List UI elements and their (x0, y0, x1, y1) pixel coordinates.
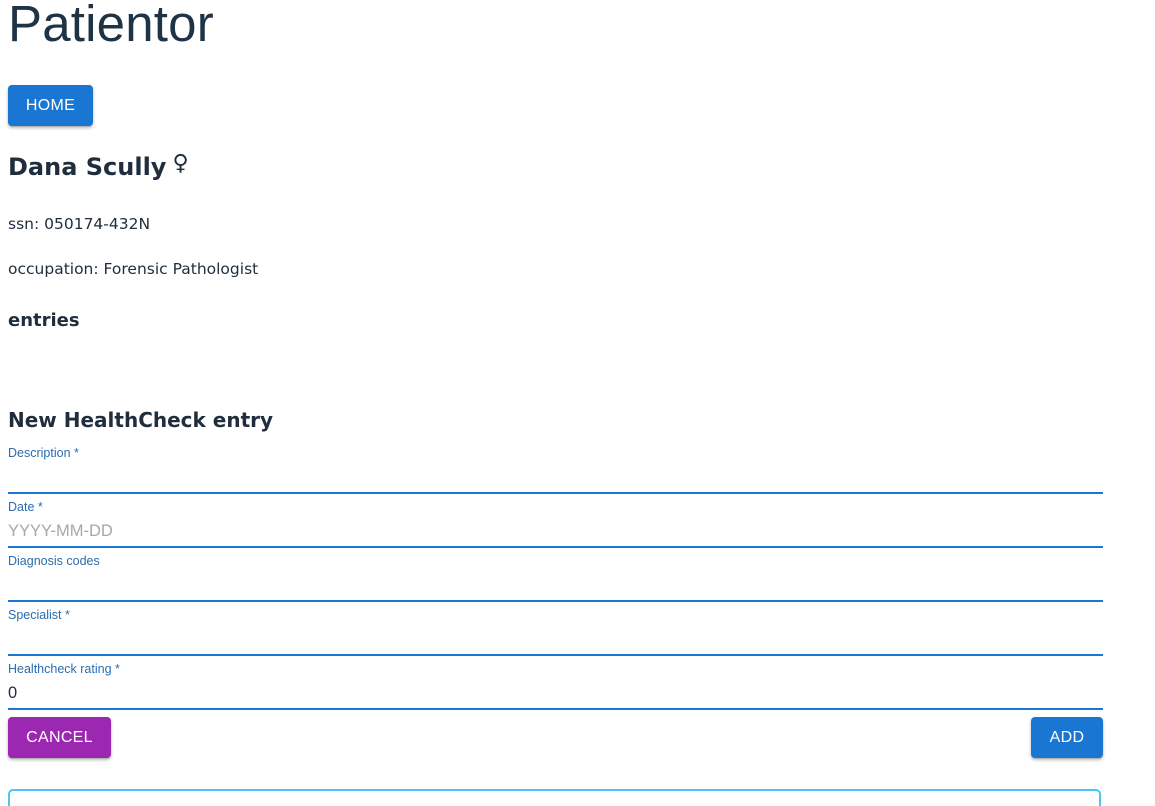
new-entry-heading: New HealthCheck entry (8, 408, 274, 432)
specialist-field: Specialist * (8, 608, 1103, 662)
cancel-button[interactable]: CANCEL (8, 717, 111, 758)
healthcheck-rating-input[interactable] (8, 678, 1103, 710)
description-label: Description * (8, 446, 79, 460)
app-title: Patientor (8, 0, 214, 52)
add-button[interactable]: ADD (1031, 717, 1103, 758)
date-input[interactable] (8, 516, 1103, 548)
diagnosis-codes-label: Diagnosis codes (8, 554, 100, 568)
date-label: Date * (8, 500, 43, 514)
date-field: Date * (8, 500, 1103, 554)
home-button[interactable]: HOME (8, 85, 93, 126)
entries-heading: entries (8, 310, 80, 331)
diagnosis-codes-field: Diagnosis codes (8, 554, 1103, 608)
female-gender-icon: ♀ (172, 150, 189, 176)
specialist-label: Specialist * (8, 608, 70, 622)
healthcheck-rating-field: Healthcheck rating * (8, 662, 1103, 716)
entry-type-selector-box[interactable] (8, 789, 1101, 806)
patient-name-heading: Dana Scully ♀ (8, 150, 189, 182)
patient-page: Patientor HOME Dana Scully ♀ ssn: 050174… (0, 0, 1155, 806)
patient-name: Dana Scully (8, 153, 167, 181)
patient-ssn: ssn: 050174-432N (8, 215, 151, 233)
description-field: Description * (8, 446, 1103, 500)
healthcheck-rating-label: Healthcheck rating * (8, 662, 120, 676)
description-input[interactable] (8, 462, 1103, 494)
patient-occupation: occupation: Forensic Pathologist (8, 260, 259, 278)
diagnosis-codes-input[interactable] (8, 570, 1103, 602)
specialist-input[interactable] (8, 624, 1103, 656)
